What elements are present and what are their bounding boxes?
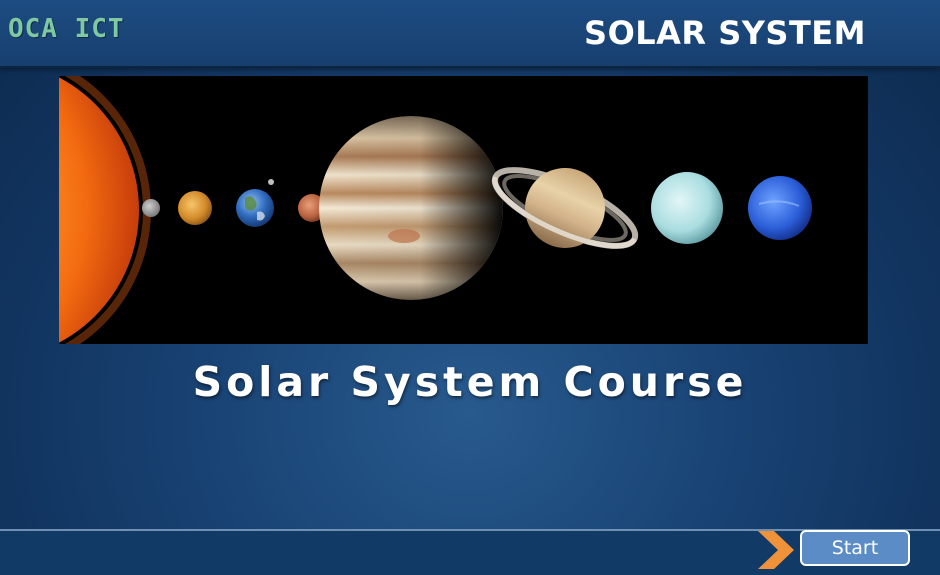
venus-image xyxy=(178,191,212,225)
planets-illustration xyxy=(59,76,868,344)
header-bar: OCA ICT SOLAR SYSTEM xyxy=(0,0,940,68)
oca-ict-logo: OCA ICT xyxy=(8,14,125,44)
page-title: SOLAR SYSTEM xyxy=(584,14,866,52)
neptune-image xyxy=(748,176,812,240)
solar-system-banner-image xyxy=(59,76,868,344)
footer-bar xyxy=(0,529,940,575)
jupiter-image xyxy=(319,116,503,300)
course-title: Solar System Course xyxy=(192,358,748,406)
mercury-image xyxy=(142,199,160,217)
moon-image xyxy=(268,179,274,185)
start-button[interactable]: Start xyxy=(800,530,910,566)
chevron-right-icon xyxy=(758,531,794,569)
earth-image xyxy=(236,189,274,227)
uranus-image xyxy=(651,172,723,244)
